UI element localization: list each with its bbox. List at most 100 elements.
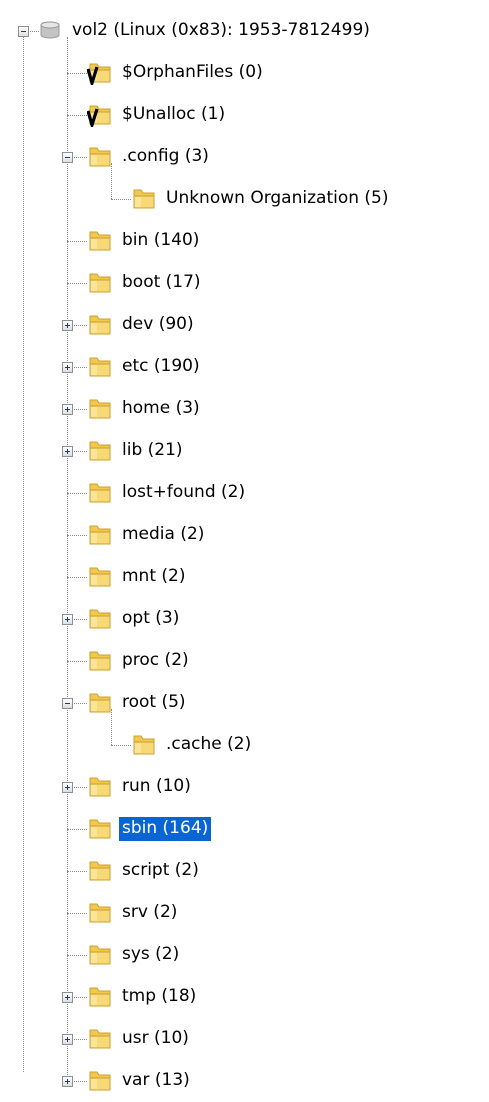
tree-node[interactable]: media (2): [0, 514, 489, 556]
folder-icon: [87, 227, 113, 253]
collapse-toggle-icon[interactable]: [18, 26, 29, 37]
tree-node[interactable]: sys (2): [0, 934, 489, 976]
virtual-folder-icon: [86, 101, 113, 131]
tree-node[interactable]: root (5): [0, 682, 489, 724]
tree-connector-horizontal: [67, 577, 87, 578]
folder-icon: [87, 1067, 113, 1093]
folder-label[interactable]: boot (17): [119, 271, 204, 295]
tree-node[interactable]: run (10): [0, 766, 489, 808]
tree-node[interactable]: script (2): [0, 850, 489, 892]
file-tree: vol2 (Linux (0x83): 1953-7812499) $Orphan…: [0, 0, 489, 1091]
tree-connector-horizontal: [67, 241, 87, 242]
folder-label[interactable]: $OrphanFiles (0): [119, 61, 266, 85]
tree-node[interactable]: $Unalloc (1): [0, 94, 489, 136]
folder-icon: [87, 269, 113, 295]
folder-label[interactable]: etc (190): [119, 355, 203, 379]
folder-label[interactable]: proc (2): [119, 649, 192, 673]
folder-label[interactable]: media (2): [119, 523, 207, 547]
folder-label[interactable]: sys (2): [119, 943, 182, 967]
tree-node[interactable]: .cache (2): [0, 724, 489, 766]
tree-node[interactable]: home (3): [0, 388, 489, 430]
tree-node[interactable]: Unknown Organization (5): [0, 178, 489, 220]
collapse-toggle-icon[interactable]: [62, 698, 73, 709]
tree-connector-horizontal: [67, 661, 87, 662]
folder-label[interactable]: tmp (18): [119, 985, 199, 1009]
folder-label[interactable]: script (2): [119, 859, 202, 883]
folder-label[interactable]: mnt (2): [119, 565, 188, 589]
folder-icon: [87, 479, 113, 505]
folder-label[interactable]: root (5): [119, 691, 189, 715]
folder-icon: [87, 563, 113, 589]
expand-toggle-icon[interactable]: [62, 320, 73, 331]
folder-label[interactable]: .cache (2): [163, 733, 254, 757]
folder-icon: [87, 605, 113, 631]
tree-node[interactable]: dev (90): [0, 304, 489, 346]
tree-node[interactable]: lost+found (2): [0, 472, 489, 514]
tree-node[interactable]: .config (3): [0, 136, 489, 178]
folder-label[interactable]: lost+found (2): [119, 481, 248, 505]
expand-toggle-icon[interactable]: [62, 404, 73, 415]
tree-connector-horizontal: [67, 283, 87, 284]
folder-icon: [131, 185, 157, 211]
folder-icon: [87, 857, 113, 883]
tree-node[interactable]: bin (140): [0, 220, 489, 262]
collapse-toggle-icon[interactable]: [62, 152, 73, 163]
folder-icon: [87, 689, 113, 715]
folder-icon: [87, 815, 113, 841]
expand-toggle-icon[interactable]: [62, 1076, 73, 1087]
folder-icon: [87, 437, 113, 463]
tree-connector-horizontal: [67, 913, 87, 914]
disk-icon: [37, 17, 63, 43]
tree-node[interactable]: usr (10): [0, 1018, 489, 1060]
tree-node[interactable]: tmp (18): [0, 976, 489, 1018]
expand-toggle-icon[interactable]: [62, 782, 73, 793]
volume-label[interactable]: vol2 (Linux (0x83): 1953-7812499): [69, 19, 373, 43]
virtual-folder-icon: [86, 59, 113, 89]
tree-connector-horizontal: [67, 955, 87, 956]
folder-label[interactable]: dev (90): [119, 313, 197, 337]
folder-label[interactable]: bin (140): [119, 229, 202, 253]
tree-connector-horizontal: [111, 745, 131, 746]
folder-label[interactable]: var (13): [119, 1069, 193, 1093]
folder-label[interactable]: lib (21): [119, 439, 186, 463]
tree-node[interactable]: proc (2): [0, 640, 489, 682]
folder-label[interactable]: run (10): [119, 775, 194, 799]
folder-icon: [87, 983, 113, 1009]
tree-node[interactable]: boot (17): [0, 262, 489, 304]
tree-node[interactable]: etc (190): [0, 346, 489, 388]
folder-icon: [131, 731, 157, 757]
folder-label[interactable]: .config (3): [119, 145, 212, 169]
tree-node[interactable]: lib (21): [0, 430, 489, 472]
folder-label[interactable]: Unknown Organization (5): [163, 187, 392, 211]
folder-icon: [87, 899, 113, 925]
folder-icon: [87, 353, 113, 379]
tree-node[interactable]: opt (3): [0, 598, 489, 640]
tree-node[interactable]: srv (2): [0, 892, 489, 934]
expand-toggle-icon[interactable]: [62, 446, 73, 457]
tree-node[interactable]: $OrphanFiles (0): [0, 52, 489, 94]
tree-node[interactable]: mnt (2): [0, 556, 489, 598]
folder-label[interactable]: sbin (164): [119, 817, 212, 841]
expand-toggle-icon[interactable]: [62, 992, 73, 1003]
folder-label[interactable]: $Unalloc (1): [119, 103, 228, 127]
tree-connector-horizontal: [67, 73, 87, 74]
folder-icon: [87, 941, 113, 967]
expand-toggle-icon[interactable]: [62, 1034, 73, 1045]
folder-icon: [87, 647, 113, 673]
folder-label[interactable]: opt (3): [119, 607, 182, 631]
folder-icon: [87, 773, 113, 799]
folder-label[interactable]: usr (10): [119, 1027, 192, 1051]
expand-toggle-icon[interactable]: [62, 614, 73, 625]
tree-node[interactable]: sbin (164): [0, 808, 489, 850]
expand-toggle-icon[interactable]: [62, 362, 73, 373]
tree-connector-horizontal: [67, 871, 87, 872]
tree-connector-horizontal: [67, 829, 87, 830]
folder-label[interactable]: srv (2): [119, 901, 180, 925]
folder-label[interactable]: home (3): [119, 397, 203, 421]
tree-root-node[interactable]: vol2 (Linux (0x83): 1953-7812499): [0, 10, 489, 52]
folder-icon: [87, 143, 113, 169]
tree-node[interactable]: var (13): [0, 1060, 489, 1102]
tree-connector-horizontal: [67, 493, 87, 494]
folder-icon: [87, 311, 113, 337]
tree-connector-horizontal: [111, 199, 131, 200]
